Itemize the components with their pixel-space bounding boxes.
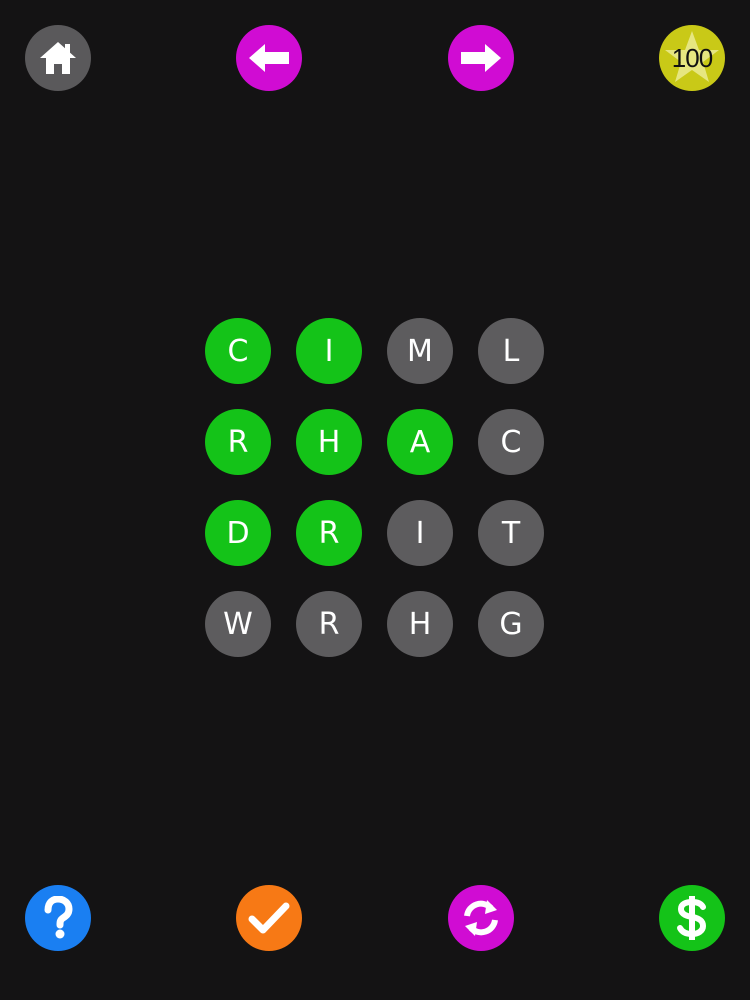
submit-button[interactable] [236,885,302,951]
letter-grid: CIMLRHACDRITWRHG [205,318,545,658]
letter-tile[interactable]: R [205,409,271,475]
letter-tile[interactable]: R [296,591,362,657]
letter-tile[interactable]: A [387,409,453,475]
shuffle-button[interactable] [448,885,514,951]
letter-tile[interactable]: D [205,500,271,566]
letter-tile[interactable]: R [296,500,362,566]
letter-tile[interactable]: G [478,591,544,657]
checkmark-icon [248,902,290,934]
help-button[interactable] [25,885,91,951]
next-button[interactable] [448,25,514,91]
letter-tile[interactable]: H [296,409,362,475]
dollar-icon [677,896,707,940]
letter-tile[interactable]: T [478,500,544,566]
shop-button[interactable] [659,885,725,951]
letter-tile[interactable]: W [205,591,271,657]
home-button[interactable] [25,25,91,91]
letter-tile[interactable]: C [205,318,271,384]
score-badge: 100 [659,25,725,91]
arrow-right-icon [461,44,501,72]
letter-tile[interactable]: C [478,409,544,475]
letter-tile[interactable]: M [387,318,453,384]
previous-button[interactable] [236,25,302,91]
home-icon [40,42,76,74]
letter-tile[interactable]: I [387,500,453,566]
arrow-left-icon [249,44,289,72]
letter-tile[interactable]: L [478,318,544,384]
letter-tile[interactable]: I [296,318,362,384]
score-value: 100 [671,42,713,73]
letter-tile[interactable]: H [387,591,453,657]
question-mark-icon [44,896,73,939]
refresh-icon [464,900,498,936]
